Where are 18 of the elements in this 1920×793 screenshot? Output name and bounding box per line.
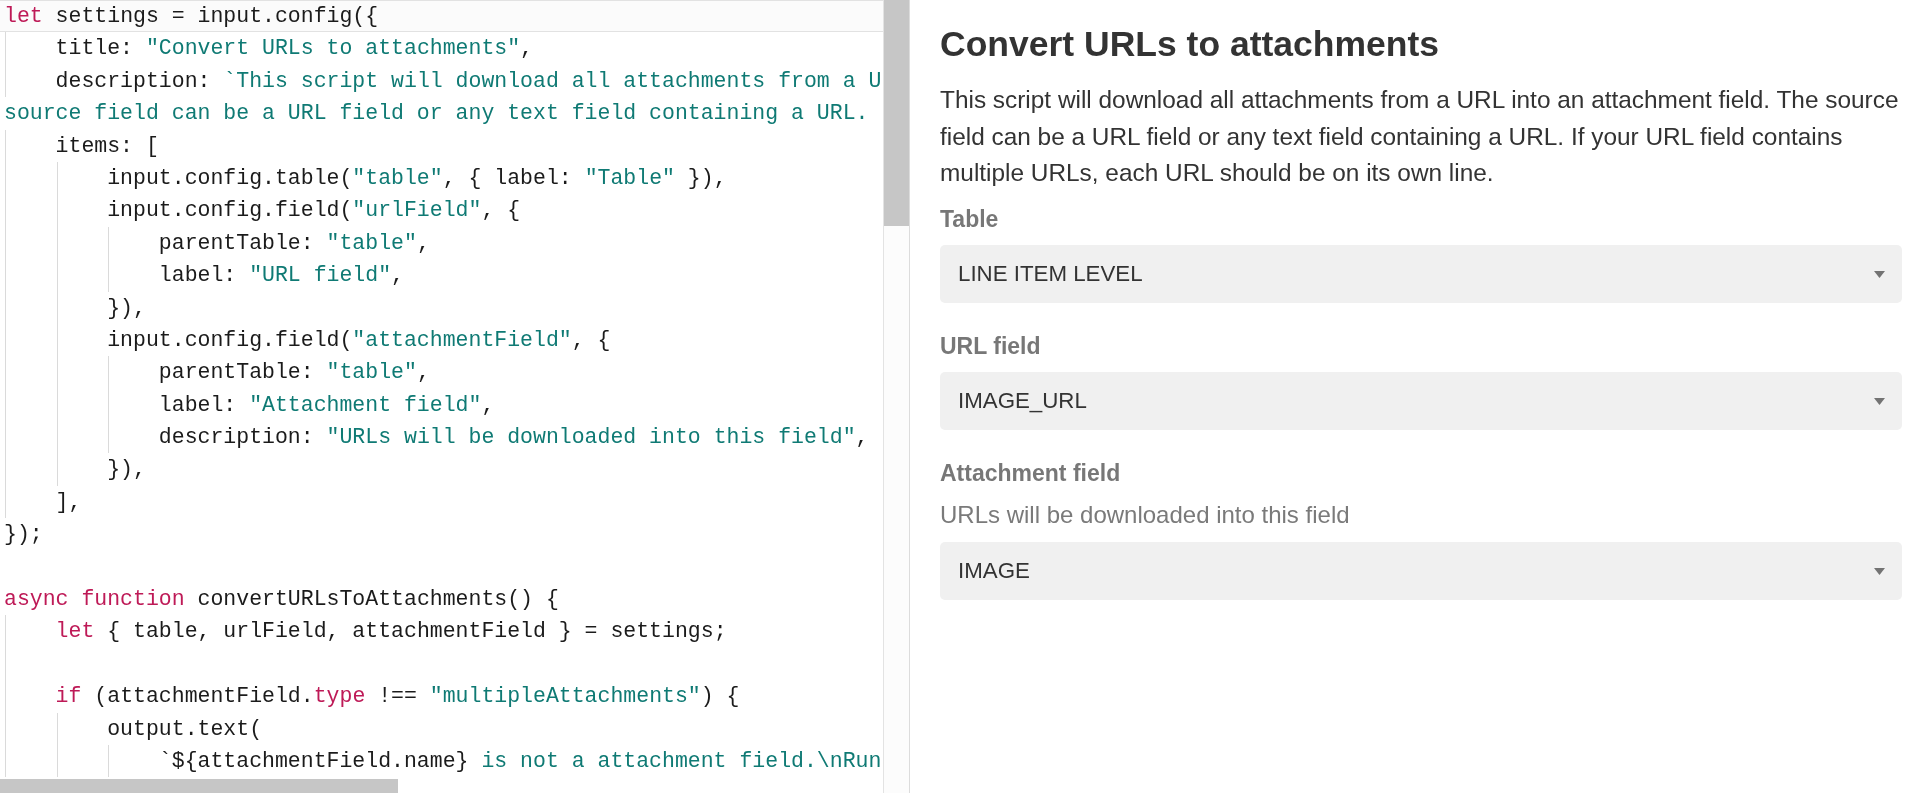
field-label: Table [940,205,1000,235]
field-label: Attachment field [940,459,1122,489]
caret-icon [1874,397,1885,405]
caret-icon [1874,270,1885,278]
field-label: URL field [940,332,1042,362]
code-line: async function convertURLsToAttachments() { [3,586,560,614]
dropdown-select[interactable]: IMAGE_URL [940,372,1902,431]
form-description: This script will download all attachments from a URL into an attachment field. The source field can be a URL field or any text field containing a URL. If your URL field contains multiple URLs, each URL should be on its own line. [940,85,1900,189]
code-line: }); [3,521,44,549]
caret-icon [1874,567,1885,575]
scrollbar-track[interactable] [883,0,909,793]
form-title: Convert URLs to attachments [940,23,1441,66]
dropdown-select[interactable]: IMAGE [940,542,1902,601]
dropdown-select[interactable]: LINE ITEM LEVEL [940,245,1902,304]
field-hint: URLs will be downloaded into this field [940,500,1351,531]
scrollbar-thumb[interactable] [884,0,909,226]
scrollbar-thumb[interactable] [0,779,398,793]
code-line: source field can be a URL field or any text field containing a URL. [3,100,870,128]
